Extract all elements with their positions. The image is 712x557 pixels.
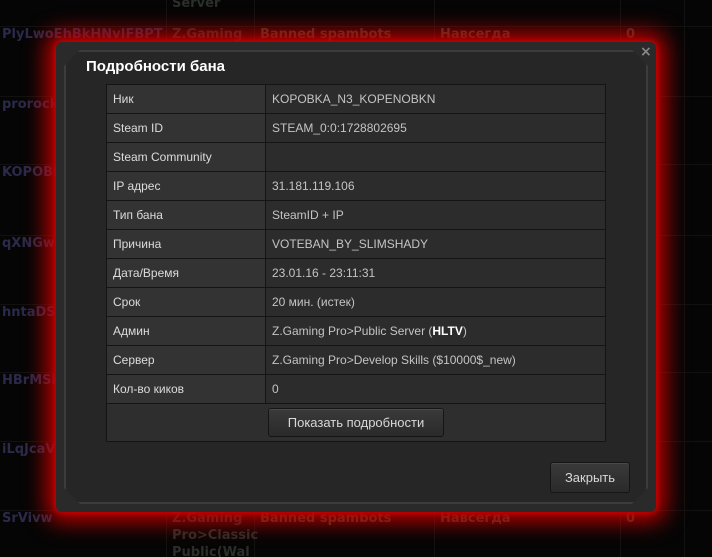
- bg-cell-term: Навсегда: [440, 511, 511, 526]
- detail-value: KOPOBKA_N3_KOPENOBKN: [265, 84, 606, 114]
- close-button[interactable]: Закрыть: [550, 462, 630, 493]
- ban-details-table: Ник KOPOBKA_N3_KOPENOBKN Steam ID STEAM_…: [106, 84, 606, 442]
- detail-value: SteamID + IP: [265, 200, 606, 230]
- admin-suffix: ): [462, 324, 467, 338]
- close-icon[interactable]: ×: [640, 44, 652, 60]
- bg-cell-kicks: 0: [626, 511, 636, 526]
- detail-row-ip: IP адрес 31.181.119.106: [106, 171, 606, 201]
- detail-value: 23.01.16 - 23:11:31: [265, 258, 606, 288]
- modal-title: Подробности бана: [86, 58, 225, 75]
- bg-cell-server: Public(Wal: [172, 545, 250, 557]
- bg-cell-name: SrVivw: [2, 511, 53, 526]
- detail-key: Ник: [106, 84, 266, 114]
- detail-key: Steam ID: [106, 113, 266, 143]
- detail-value: [265, 142, 606, 172]
- detail-row-reason: Причина VOTEBAN_BY_SLIMSHADY: [106, 229, 606, 259]
- detail-value: STEAM_0:0:1728802695: [265, 113, 606, 143]
- bg-cell-term: Навсегда: [440, 27, 511, 42]
- admin-name: HLTV: [432, 324, 463, 338]
- detail-row-datetime: Дата/Время 23.01.16 - 23:11:31: [106, 258, 606, 288]
- detail-key: IP адрес: [106, 171, 266, 201]
- bg-cell-name: KOPOBI: [2, 165, 58, 180]
- detail-row-kicks: Кол-во киков 0: [106, 374, 606, 404]
- detail-value: 31.181.119.106: [265, 171, 606, 201]
- bg-cell-server: Server: [172, 0, 221, 11]
- show-details-button[interactable]: Показать подробности: [268, 408, 444, 437]
- detail-row-server: Сервер Z.Gaming Pro>Develop Skills ($100…: [106, 345, 606, 375]
- detail-key: Админ: [106, 316, 266, 346]
- bg-column-divider: [684, 0, 685, 557]
- detail-value: Z.Gaming Pro>Develop Skills ($10000$_new…: [265, 345, 606, 375]
- detail-row-steam-community: Steam Community: [106, 142, 606, 172]
- detail-value: 20 мин. (истек): [265, 287, 606, 317]
- admin-server: Z.Gaming Pro>Public Server (: [272, 324, 433, 338]
- detail-row-steam-id: Steam ID STEAM_0:0:1728802695: [106, 113, 606, 143]
- bg-cell-name: prorock: [2, 97, 59, 112]
- detail-key: Причина: [106, 229, 266, 259]
- detail-key: Дата/Время: [106, 258, 266, 288]
- detail-key: Кол-во киков: [106, 374, 266, 404]
- detail-row-nick: Ник KOPOBKA_N3_KOPENOBKN: [106, 84, 606, 114]
- bg-cell-server: Z.Gaming: [172, 511, 243, 526]
- detail-key: Срок: [106, 287, 266, 317]
- bg-cell-server: Pro>Classic: [172, 528, 259, 543]
- detail-value: Z.Gaming Pro>Public Server (HLTV): [265, 316, 606, 346]
- bg-cell-name: iLqJcaV: [2, 442, 56, 457]
- bg-cell-server: Z.Gaming: [172, 27, 243, 42]
- bg-cell-reason: Banned spambots: [260, 511, 392, 526]
- bg-cell-kicks: 0: [626, 27, 636, 42]
- detail-key: Сервер: [106, 345, 266, 375]
- detail-row-term: Срок 20 мин. (истек): [106, 287, 606, 317]
- bg-cell-reason: Banned spambots: [260, 27, 392, 42]
- table-row[interactable]: PlyLwoEhBkHNvIFBPT Z.Gaming Banned spamb…: [0, 26, 712, 42]
- bg-cell-name: qXNGw: [2, 236, 55, 251]
- detail-value: 0: [265, 374, 606, 404]
- detail-row-ban-type: Тип бана SteamID + IP: [106, 200, 606, 230]
- detail-key: Тип бана: [106, 200, 266, 230]
- detail-value: VOTEBAN_BY_SLIMSHADY: [265, 229, 606, 259]
- detail-row-admin: Админ Z.Gaming Pro>Public Server (HLTV): [106, 316, 606, 346]
- bg-cell-name: HBrMSk: [2, 373, 61, 388]
- detail-key: Steam Community: [106, 142, 266, 172]
- bg-cell-name: PlyLwoEhBkHNvIFBPT: [2, 27, 163, 42]
